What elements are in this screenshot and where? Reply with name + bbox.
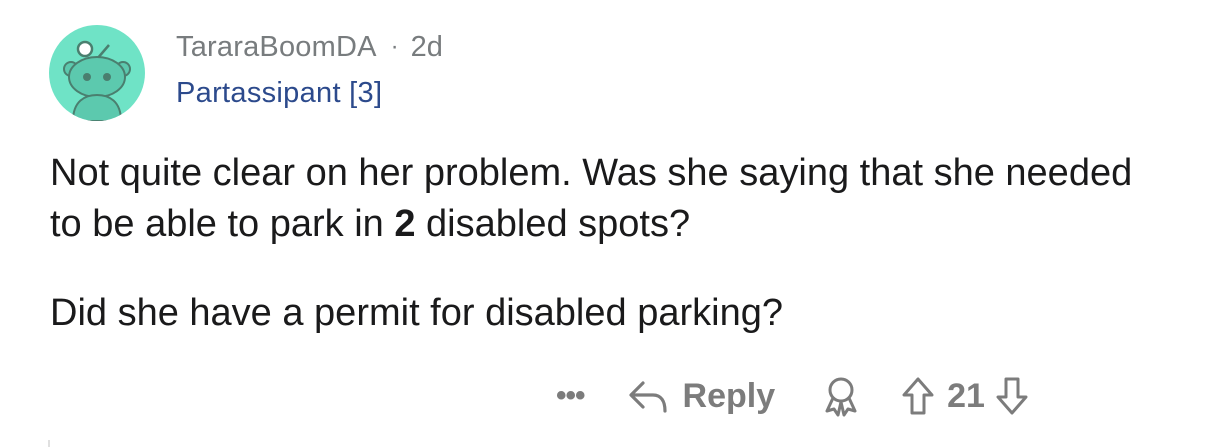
username[interactable]: TararaBoomDA (176, 31, 377, 64)
vote-score: 21 (947, 376, 985, 415)
award-icon (825, 377, 857, 417)
more-options-button[interactable]: ••• (556, 379, 585, 413)
comment: TararaBoomDA · 2d Partassipant [3] Not q… (0, 0, 1206, 447)
reply-label: Reply (682, 376, 776, 415)
thread-line (48, 440, 50, 447)
upvote-arrow-icon (902, 377, 934, 415)
reply-arrow-icon (628, 381, 667, 413)
paragraph-1-bold-number: 2 (394, 203, 416, 245)
award-button[interactable] (821, 375, 861, 417)
upvote-button[interactable] (901, 376, 935, 416)
paragraph-1-text-end: disabled spots? (415, 203, 691, 245)
comment-paragraph-1: Not quite clear on her problem. Was she … (50, 148, 1170, 250)
separator-dot: · (390, 33, 399, 60)
comment-header: TararaBoomDA · 2d Partassipant [3] (176, 27, 443, 110)
downvote-arrow-icon (996, 377, 1028, 415)
user-flair: Partassipant [3] (176, 77, 383, 109)
reddit-snoo-avatar-icon (63, 40, 131, 121)
user-row: TararaBoomDA · 2d (176, 27, 443, 67)
comment-paragraph-2: Did she have a permit for disabled parki… (50, 292, 783, 334)
comment-age: 2d (410, 30, 443, 63)
user-avatar[interactable] (49, 25, 145, 121)
comment-actions: ••• Reply 21 (556, 370, 1029, 422)
comment-body: Not quite clear on her problem. Was she … (50, 148, 1170, 339)
downvote-button[interactable] (995, 376, 1029, 416)
reply-button[interactable]: Reply (627, 376, 776, 416)
